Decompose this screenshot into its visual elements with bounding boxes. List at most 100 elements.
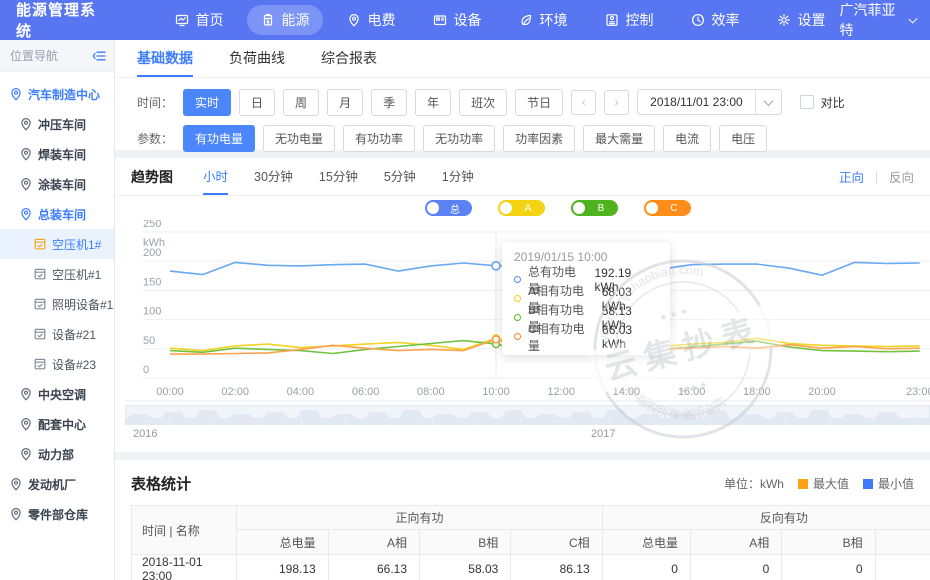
toggle-knob	[500, 202, 512, 214]
table-row[interactable]: 2018-11-01 23:00198.1366.1358.0386.13000…	[132, 555, 930, 580]
svg-text:00:00: 00:00	[156, 386, 184, 398]
nav-control[interactable]: 控制	[591, 5, 667, 35]
param-filter-label: 参数：	[137, 130, 173, 147]
max-swatch	[798, 479, 808, 489]
trend-chart[interactable]: 050100150200250kWh00:0002:0004:0006:0008…	[125, 220, 930, 402]
series-toggle-A[interactable]: A	[498, 200, 545, 216]
nav-env[interactable]: 环境	[505, 5, 581, 35]
timeline-scrubber[interactable]	[125, 405, 920, 425]
nav-device[interactable]: 设备	[419, 5, 495, 35]
sidebar-item-compressor-1[interactable]: 空压机1#	[0, 229, 114, 259]
series-toggle-B[interactable]: B	[571, 200, 618, 216]
sidebar-item-parts-warehouse[interactable]: 零件部仓库	[0, 499, 114, 529]
col-header-0-C相: C相	[511, 530, 602, 555]
tab-report[interactable]: 综合报表	[321, 40, 377, 77]
time-year-button[interactable]: 年	[415, 89, 451, 116]
direction-switch: 正向 反向	[839, 167, 914, 186]
nav-efficiency[interactable]: 效率	[677, 5, 753, 35]
time-quarter-button[interactable]: 季	[371, 89, 407, 116]
time-day-button[interactable]: 日	[239, 89, 275, 116]
group-header-1: 反向有功	[602, 506, 930, 530]
compare-checkbox[interactable]	[800, 95, 814, 109]
param-reactive-energy-button[interactable]: 无功电量	[263, 125, 335, 152]
sidebar-item-compressor-2[interactable]: 空压机#1	[0, 259, 114, 289]
toggle-label: 总	[439, 201, 472, 216]
interval-hour[interactable]: 小时	[203, 158, 228, 195]
svg-text:16:00: 16:00	[678, 386, 706, 398]
tab-load-curve[interactable]: 负荷曲线	[229, 40, 285, 77]
sidebar-item-engine-plant[interactable]: 发动机厂	[0, 469, 114, 499]
param-power-factor-button[interactable]: 功率因素	[503, 125, 575, 152]
time-filter-buttons: 实时日周月季年班次节日	[183, 89, 563, 116]
time-shift-button[interactable]: 班次	[459, 89, 507, 116]
sidebar-item-stamping[interactable]: 冲压车间	[0, 109, 114, 139]
nav-device-label: 设备	[453, 10, 481, 30]
unit-label: 单位：kWh	[724, 475, 784, 492]
interval-30min[interactable]: 30分钟	[254, 158, 293, 195]
param-reactive-power-button[interactable]: 无功功率	[423, 125, 495, 152]
tenant-switcher[interactable]: 广汽菲亚特	[839, 0, 916, 40]
sidebar-item-device-23[interactable]: 设备#23	[0, 349, 114, 379]
sidebar-item-device-21[interactable]: 设备#21	[0, 319, 114, 349]
datetime-value: 2018/11/01 23:00	[638, 95, 755, 109]
series-toggle-C[interactable]: C	[644, 200, 691, 216]
sidebar-item-hvac[interactable]: 中央空调	[0, 379, 114, 409]
collapse-sidebar-icon[interactable]	[92, 49, 106, 63]
sidebar-item-painting[interactable]: 涂装车间	[0, 169, 114, 199]
compare-toggle[interactable]: 对比	[800, 94, 845, 111]
sidebar-item-lighting-1[interactable]: 照明设备#1	[0, 289, 114, 319]
home-icon	[175, 13, 189, 27]
param-active-power-button[interactable]: 有功功率	[343, 125, 415, 152]
table-header-row-phases: 总电量A相B相C相总电量A相B相C相	[132, 530, 930, 555]
interval-15min[interactable]: 15分钟	[319, 158, 358, 195]
nav-efficiency-label: 效率	[711, 10, 739, 30]
stats-table-wrap[interactable]: 时间 | 名称正向有功反向有功总电量A相B相C相总电量A相B相C相 2018-1…	[131, 505, 930, 580]
param-max-demand-button[interactable]: 最大需量	[583, 125, 655, 152]
cell-value: 198.13	[237, 555, 328, 580]
time-month-button[interactable]: 月	[327, 89, 363, 116]
nav-settings[interactable]: 设置	[763, 5, 839, 35]
sidebar-item-welding[interactable]: 焊装车间	[0, 139, 114, 169]
clock-icon	[691, 13, 705, 27]
sidebar-item-support-center[interactable]: 配套中心	[0, 409, 114, 439]
interval-1min[interactable]: 1分钟	[442, 158, 474, 195]
pin	[19, 147, 33, 161]
direction-forward[interactable]: 正向	[839, 167, 864, 186]
pin	[19, 177, 33, 191]
datetime-picker[interactable]: 2018/11/01 23:00	[637, 89, 782, 115]
tab-basic-data[interactable]: 基础数据	[137, 40, 193, 77]
param-current-button[interactable]: 电流	[663, 125, 711, 152]
param-voltage-button[interactable]: 电压	[719, 125, 767, 152]
nav-home[interactable]: 首页	[161, 5, 237, 35]
time-filter-label: 时间：	[137, 94, 173, 111]
stats-table: 时间 | 名称正向有功反向有功总电量A相B相C相总电量A相B相C相 2018-1…	[131, 505, 930, 580]
topbar: 能源管理系统 首页能源电费设备环境控制效率设置 广汽菲亚特	[0, 0, 930, 40]
series-toggle-总[interactable]: 总	[425, 200, 472, 216]
svg-text:18:00: 18:00	[743, 386, 771, 398]
series-marker	[514, 333, 521, 340]
svg-text:kWh: kWh	[143, 237, 165, 249]
prev-period-button[interactable]: ‹	[571, 90, 596, 115]
time-week-button[interactable]: 周	[283, 89, 319, 116]
trend-title: 趋势图	[131, 167, 173, 187]
time-holiday-button[interactable]: 节日	[515, 89, 563, 116]
sidebar-item-assembly[interactable]: 总装车间	[0, 199, 114, 229]
time-realtime-button[interactable]: 实时	[183, 89, 231, 116]
min-swatch	[863, 479, 873, 489]
col-header-1-A相: A相	[690, 530, 781, 555]
table-legend: 单位：kWh 最大值 最小值	[724, 475, 914, 492]
direction-reverse[interactable]: 反向	[889, 167, 914, 186]
max-legend: 最大值	[798, 475, 849, 492]
nav-energy[interactable]: 能源	[247, 5, 323, 35]
pin	[19, 387, 33, 401]
next-period-button[interactable]: ›	[604, 90, 629, 115]
nav-fee[interactable]: 电费	[333, 5, 409, 35]
sidebar-item-auto-center[interactable]: 汽车制造中心	[0, 79, 114, 109]
svg-text:50: 50	[143, 335, 155, 347]
sidebar-item-power-dept[interactable]: 动力部	[0, 439, 114, 469]
svg-text:150: 150	[143, 276, 161, 288]
toggle-label: C	[658, 203, 691, 214]
param-active-energy-button[interactable]: 有功电量	[183, 125, 255, 152]
interval-5min[interactable]: 5分钟	[384, 158, 416, 195]
meter	[33, 267, 47, 281]
